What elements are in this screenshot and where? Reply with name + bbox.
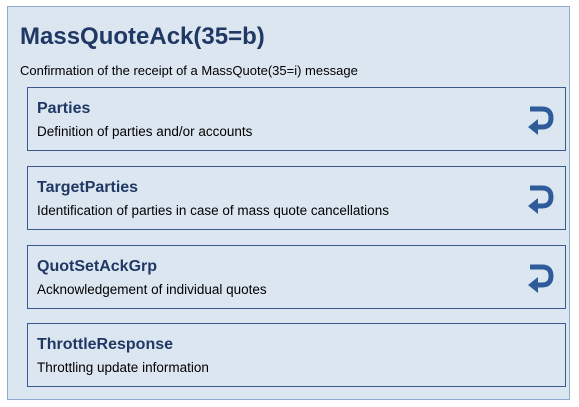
message-description: Confirmation of the receipt of a MassQuo… — [20, 63, 358, 78]
repeat-arrow-icon — [528, 185, 554, 214]
component-quotsetackgrp[interactable]: QuotSetAckGrp Acknowledgement of individ… — [27, 245, 566, 309]
component-description: Throttling update information — [37, 360, 209, 375]
message-title: MassQuoteAck(35=b) — [20, 23, 265, 50]
component-name: TargetParties — [37, 179, 139, 196]
component-parties[interactable]: Parties Definition of parties and/or acc… — [27, 87, 566, 151]
component-name: ThrottleResponse — [37, 336, 174, 353]
component-description: Acknowledgement of individual quotes — [37, 282, 267, 297]
component-name: Parties — [37, 100, 91, 117]
message-panel: MassQuoteAck(35=b) Confirmation of the r… — [7, 6, 570, 400]
component-targetparties[interactable]: TargetParties Identification of parties … — [27, 166, 566, 230]
component-name: QuotSetAckGrp — [37, 258, 158, 275]
repeat-arrow-icon — [528, 264, 554, 293]
component-description: Definition of parties and/or accounts — [37, 124, 253, 139]
repeat-arrow-icon — [528, 106, 554, 135]
component-description: Identification of parties in case of mas… — [37, 203, 389, 218]
component-throttleresponse[interactable]: ThrottleResponse Throttling update infor… — [27, 323, 566, 387]
